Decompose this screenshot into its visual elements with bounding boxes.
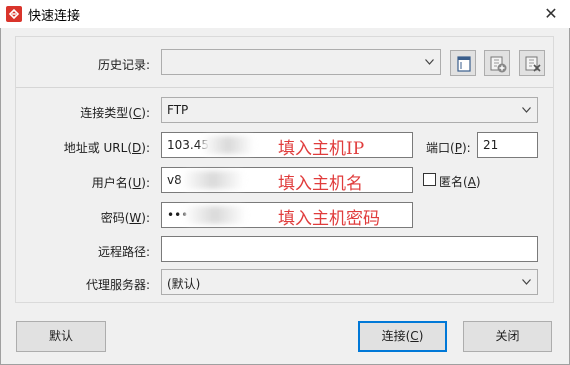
- anonymous-checkbox[interactable]: [423, 173, 436, 186]
- username-hint: 填入主机名: [278, 174, 363, 194]
- proxy-select[interactable]: (默认): [161, 269, 538, 295]
- remote-path-input[interactable]: [161, 236, 538, 262]
- connection-type-select[interactable]: FTP: [161, 97, 538, 123]
- password-input[interactable]: ••• 填入主机密码: [161, 202, 413, 229]
- remote-path-label: 远程路径:: [97, 245, 150, 259]
- new-site-button[interactable]: [450, 50, 476, 76]
- chevron-down-icon: [425, 59, 434, 65]
- address-input[interactable]: 103.45 填入主机IP: [161, 132, 413, 159]
- history-combo[interactable]: [161, 49, 441, 75]
- redaction-blur: [182, 171, 244, 189]
- add-history-button[interactable]: [484, 50, 510, 76]
- delete-icon: [525, 56, 541, 72]
- redaction-blur: [202, 136, 254, 154]
- default-button[interactable]: 默认: [16, 321, 106, 352]
- username-input[interactable]: v8 填入主机名: [161, 167, 413, 194]
- proxy-label: 代理服务器:: [85, 278, 150, 292]
- close-icon[interactable]: ✕: [540, 4, 562, 24]
- connect-button[interactable]: 连接(C): [358, 321, 447, 352]
- history-label: 历史记录:: [97, 58, 150, 72]
- port-value: 21: [483, 138, 499, 152]
- address-hint: 填入主机IP: [278, 139, 365, 159]
- address-label: 地址或 URL(D):: [63, 141, 150, 155]
- window-title: 快速连接: [28, 9, 81, 24]
- divider: [16, 87, 553, 88]
- chevron-down-icon: [522, 107, 531, 113]
- port-label: 端口(P):: [426, 141, 471, 155]
- app-icon: [6, 6, 22, 22]
- password-hint: 填入主机密码: [278, 209, 380, 229]
- proxy-value: (默认): [167, 277, 201, 291]
- connection-type-value: FTP: [167, 103, 189, 117]
- delete-history-button[interactable]: [519, 50, 545, 76]
- anonymous-label[interactable]: 匿名(A): [439, 173, 481, 190]
- connection-type-label: 连接类型(C):: [80, 106, 150, 120]
- title-bar: [0, 0, 570, 28]
- username-label: 用户名(U):: [91, 176, 150, 190]
- window-icon: [457, 56, 471, 72]
- username-value: v8: [167, 173, 182, 187]
- chevron-down-icon: [522, 279, 531, 285]
- add-icon: [490, 56, 507, 73]
- password-label: 密码(W):: [100, 211, 150, 225]
- port-input[interactable]: 21: [477, 132, 538, 158]
- redaction-blur: [184, 206, 246, 224]
- close-button[interactable]: 关闭: [463, 321, 552, 352]
